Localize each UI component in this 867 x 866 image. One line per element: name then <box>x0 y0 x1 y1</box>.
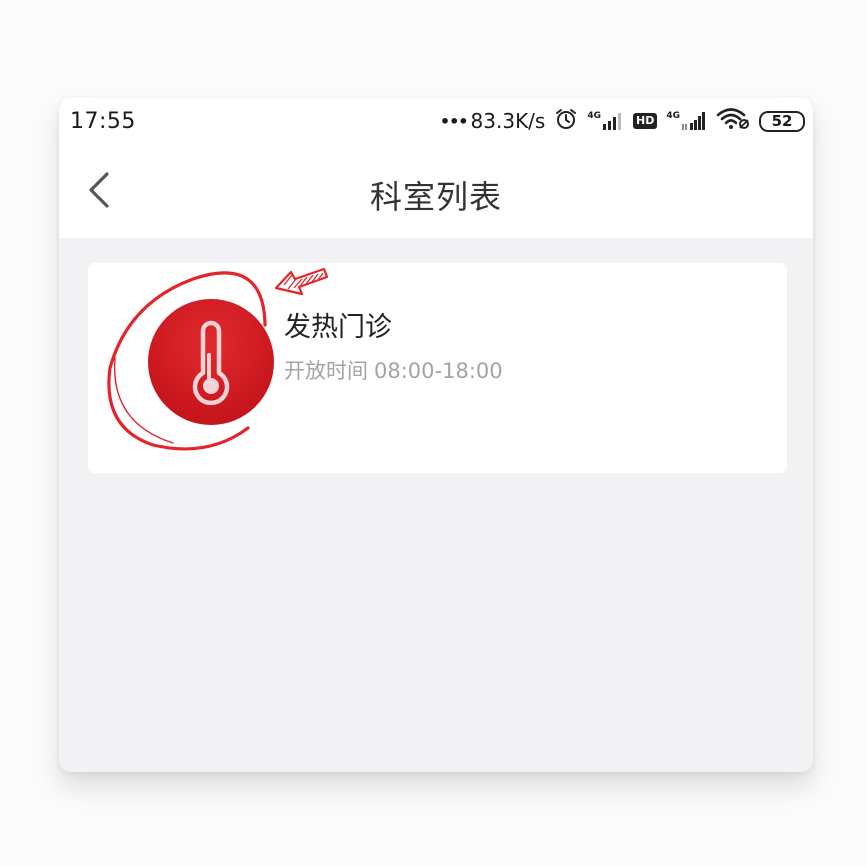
battery-indicator: 52 <box>759 110 805 132</box>
phone-screen: 17:55 ••• 83.3K/s 4G HD 4G 52 科室列表 发热门诊 … <box>59 98 813 772</box>
annotation-arrow-icon <box>274 267 329 296</box>
navigation-bar: 科室列表 <box>59 144 813 238</box>
hd-voice-icon: HD <box>633 113 658 129</box>
department-opening-hours: 开放时间 08:00-18:00 <box>284 355 503 385</box>
thermometer-icon <box>148 299 274 425</box>
opening-hours-label: 开放时间 <box>284 359 368 383</box>
department-card-fever-clinic[interactable]: 发热门诊 开放时间 08:00-18:00 <box>88 263 787 473</box>
signal-strength-icon-2: 4G <box>666 111 707 131</box>
opening-hours-value: 08:00-18:00 <box>374 359 503 383</box>
notification-dots: ••• <box>439 111 469 131</box>
network-speed: 83.3K/s <box>470 109 546 133</box>
department-name: 发热门诊 <box>284 312 392 343</box>
status-icons: ••• 83.3K/s 4G HD 4G 52 <box>440 107 805 135</box>
signal-strength-icon: 4G <box>587 111 624 131</box>
alarm-clock-icon <box>554 107 578 135</box>
wifi-icon <box>716 107 750 135</box>
page-title: 科室列表 <box>369 178 502 216</box>
status-time: 17:55 <box>70 109 136 134</box>
status-bar: 17:55 ••• 83.3K/s 4G HD 4G 52 <box>59 98 813 144</box>
